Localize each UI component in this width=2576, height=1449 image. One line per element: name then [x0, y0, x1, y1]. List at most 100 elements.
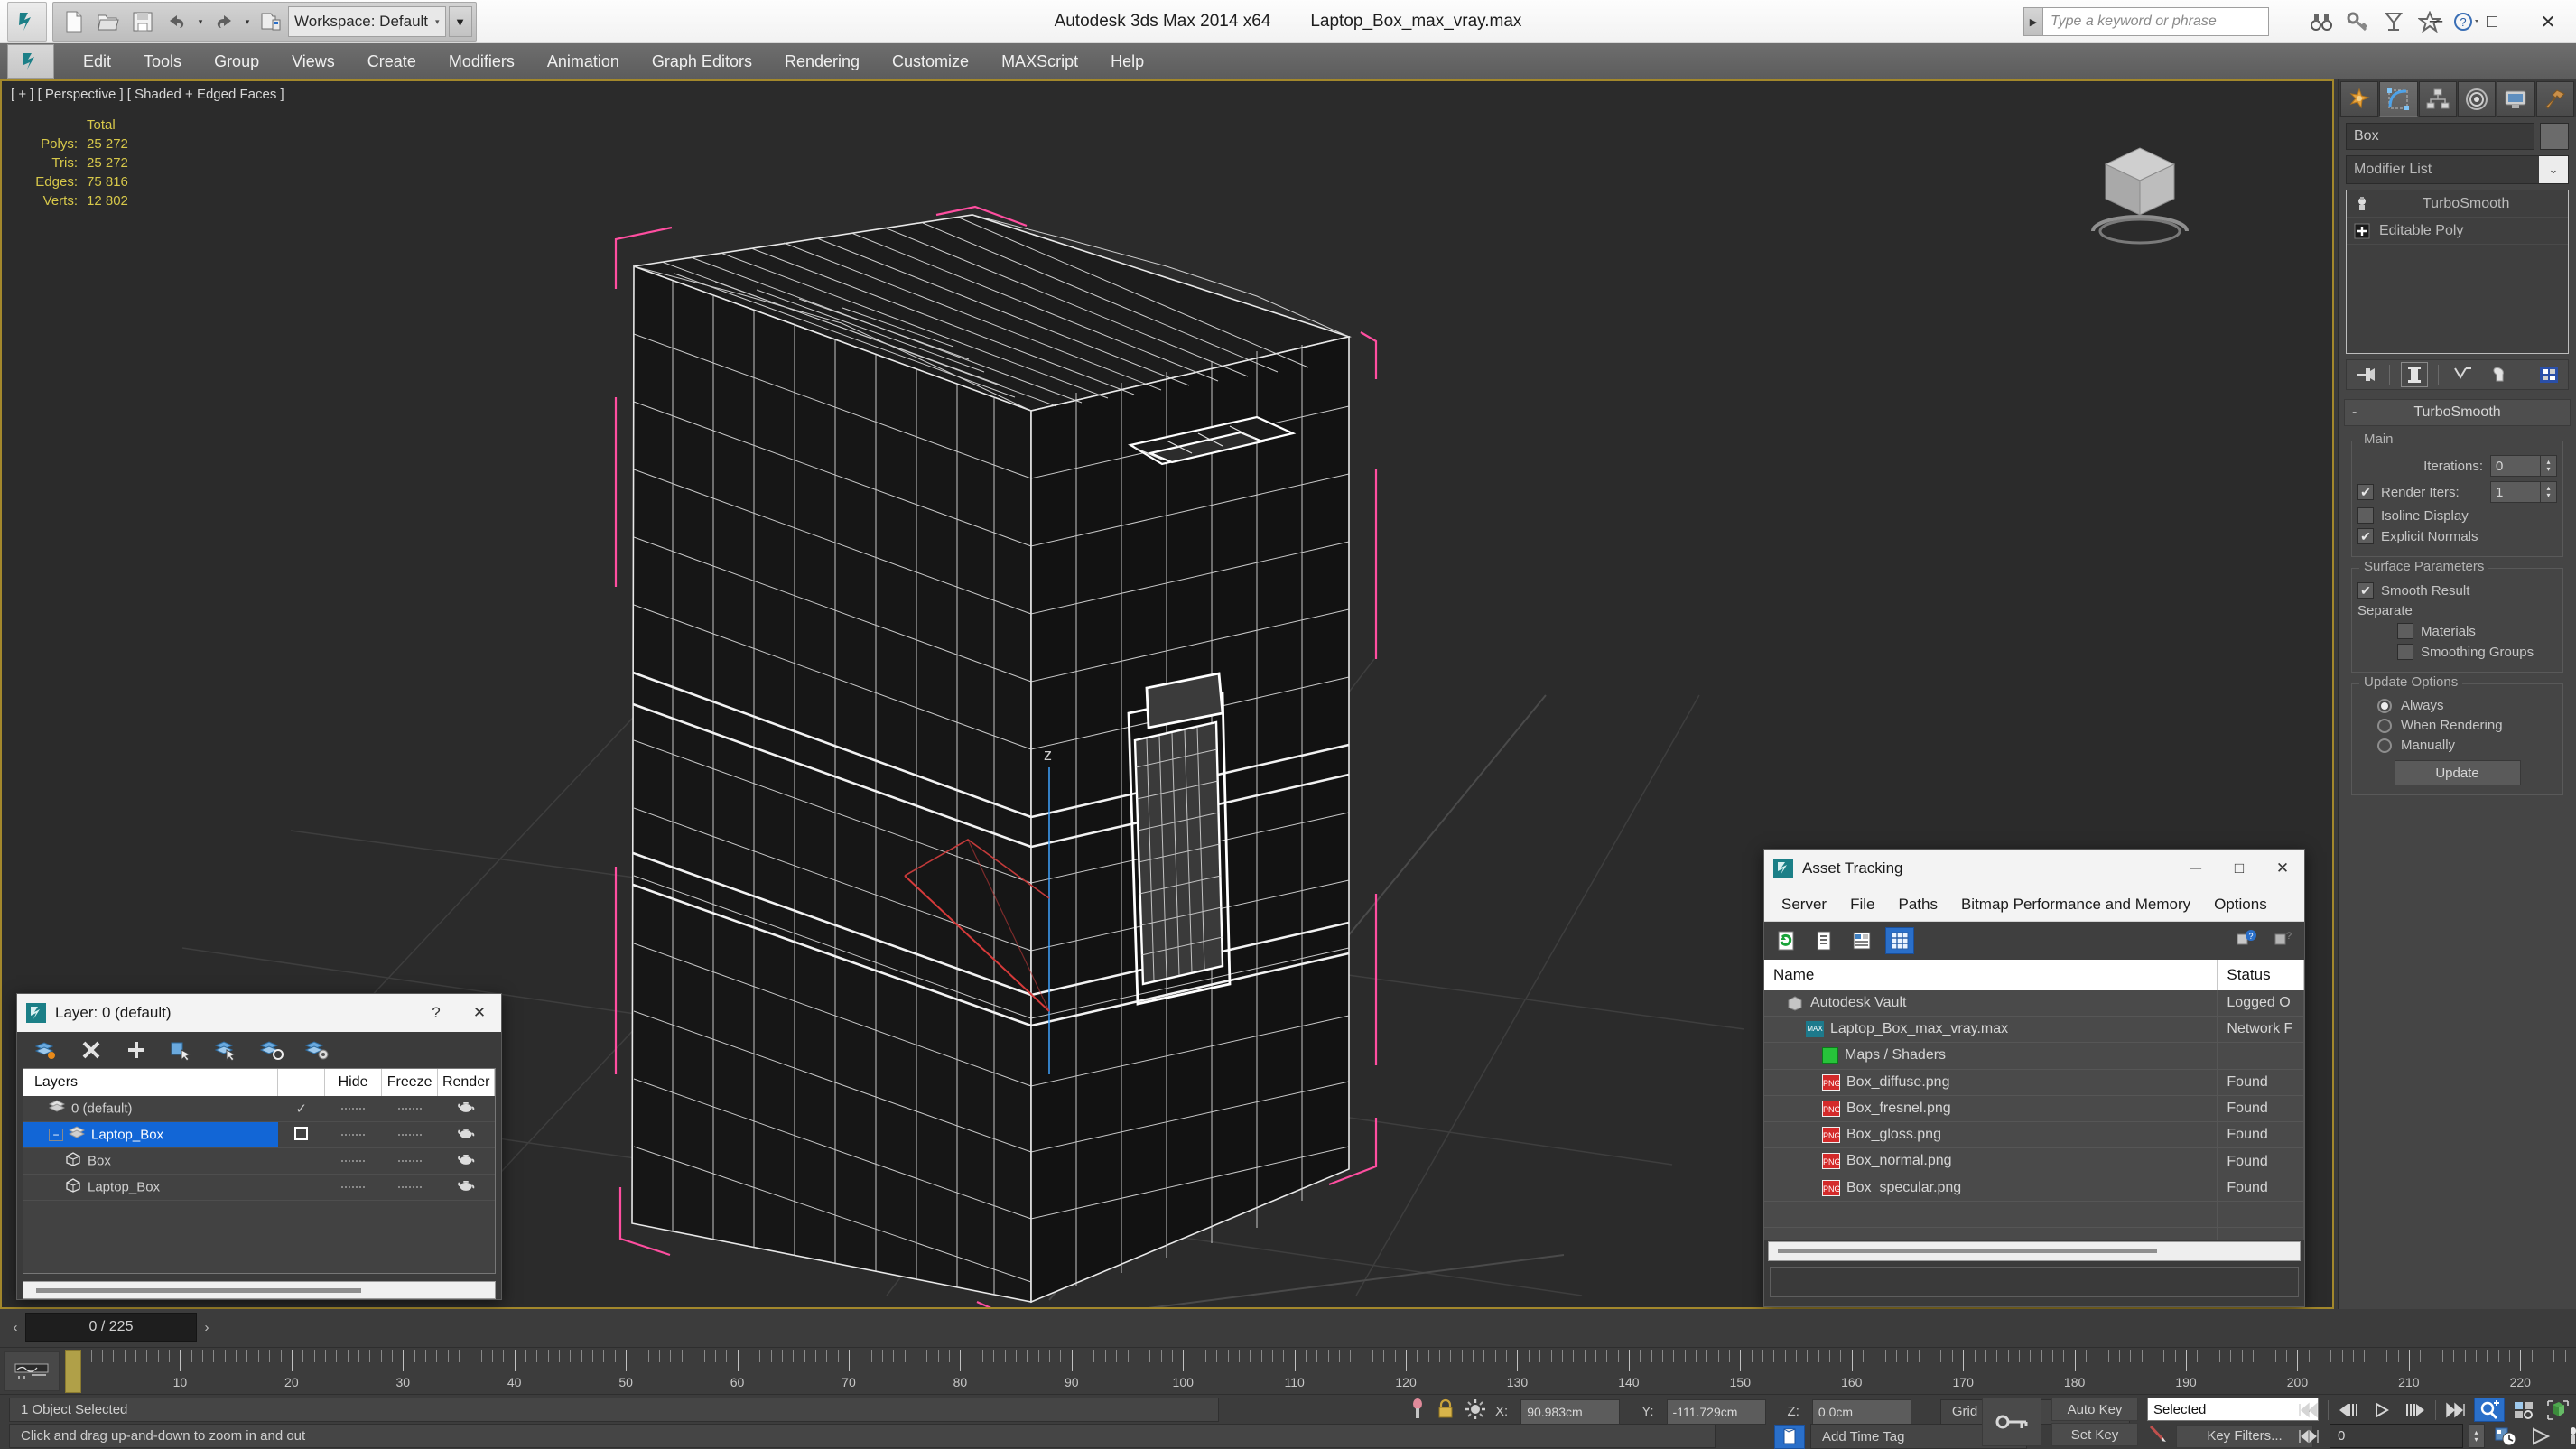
spinner-arrows-icon[interactable]: ▴ ▾: [2541, 455, 2557, 477]
asset-row[interactable]: PNG Box_normal.png Found: [1764, 1147, 2304, 1175]
create-tab[interactable]: [2340, 81, 2379, 117]
new-file-icon[interactable]: [57, 5, 91, 39]
time-configuration-icon[interactable]: [2490, 1424, 2521, 1448]
undo-dropdown-icon[interactable]: ▾: [194, 5, 207, 39]
utilities-tab[interactable]: [2535, 81, 2574, 117]
layer-row[interactable]: − Laptop_Box: [23, 1121, 495, 1148]
layer-current-cell[interactable]: [277, 1147, 325, 1175]
viewport-label[interactable]: [ + ] [ Perspective ] [ Shaded + Edged F…: [11, 87, 284, 102]
asset-row[interactable]: Maps / Shaders: [1764, 1042, 2304, 1070]
time-tag-icon[interactable]: [1774, 1424, 1805, 1449]
layer-name-cell[interactable]: Box: [23, 1147, 278, 1175]
minimize-button[interactable]: ─: [2408, 0, 2464, 43]
rollout-header[interactable]: - TurboSmooth: [2344, 399, 2571, 426]
menu-edit[interactable]: Edit: [67, 43, 127, 79]
menu-group[interactable]: Group: [198, 43, 275, 79]
layer-hide-cell[interactable]: [324, 1121, 382, 1148]
menu-tools[interactable]: Tools: [127, 43, 198, 79]
asset-minimize-button[interactable]: ─: [2174, 850, 2218, 887]
asset-menu-file[interactable]: File: [1838, 887, 1886, 922]
menu-rendering[interactable]: Rendering: [768, 43, 876, 79]
search-binoculars-icon[interactable]: [2306, 7, 2337, 36]
asset-name-cell[interactable]: Autodesk Vault: [1764, 990, 2218, 1017]
x-coord-field[interactable]: 90.983cm: [1520, 1398, 1621, 1425]
view-cube[interactable]: [2091, 147, 2189, 245]
check-out-help-icon[interactable]: ?: [2268, 927, 2297, 954]
time-ruler[interactable]: 0102030405060708090100110120130140150160…: [0, 1347, 2576, 1394]
layer-name-cell[interactable]: Laptop_Box: [23, 1174, 278, 1201]
asset-row[interactable]: PNG Box_gloss.png Found: [1764, 1121, 2304, 1149]
asset-row[interactable]: PNG Box_diffuse.png Found: [1764, 1069, 2304, 1096]
update-option-when-rendering[interactable]: When Rendering: [2357, 718, 2557, 733]
current-frame-field[interactable]: 0: [2330, 1424, 2463, 1448]
hide-toggle-icon[interactable]: [341, 1185, 366, 1192]
asset-list-container[interactable]: Name Status Autodesk Vault Logged O MAX Lapt…: [1764, 960, 2304, 1240]
frame-indicator-value[interactable]: 0 / 225: [25, 1313, 197, 1342]
configure-modifier-sets-icon[interactable]: [2535, 362, 2562, 387]
zoom-region-icon[interactable]: [2474, 1398, 2505, 1422]
update-option-manually[interactable]: Manually: [2357, 738, 2557, 753]
layer-list-container[interactable]: Layers Hide Freeze Render 0 (default) ✓ − Lapt…: [23, 1068, 496, 1274]
lightbulb-toggle-icon[interactable]: [2352, 194, 2372, 214]
menu-animation[interactable]: Animation: [531, 43, 636, 79]
layer-dialog[interactable]: Layer: 0 (default) ? ✕ Layers Hide Freez…: [16, 993, 502, 1300]
asset-name-cell[interactable]: PNG Box_fresnel.png: [1764, 1095, 2218, 1123]
previous-frame-icon[interactable]: [2332, 1398, 2363, 1422]
next-frame-arrow-icon[interactable]: ›: [197, 1313, 217, 1342]
app-logo-button[interactable]: [7, 2, 47, 42]
layer-freeze-cell[interactable]: [381, 1147, 438, 1175]
layer-current-cell[interactable]: [277, 1121, 325, 1148]
key-mode-toggle-icon[interactable]: [2293, 1424, 2324, 1448]
render-iters-value[interactable]: 1: [2490, 481, 2541, 503]
frame-spinner-icon[interactable]: ▴ ▾: [2469, 1424, 2485, 1448]
stack-item-editable-poly[interactable]: Editable Poly: [2347, 218, 2568, 245]
scrollbar-thumb[interactable]: [36, 1288, 361, 1293]
search-dropdown-icon[interactable]: ▶: [2023, 7, 2043, 36]
y-coord-field[interactable]: -111.729cm: [1666, 1398, 1766, 1425]
asset-name-cell[interactable]: PNG Box_normal.png: [1764, 1147, 2218, 1175]
zoom-extents-selected-icon[interactable]: [2543, 1398, 2573, 1422]
layer-hide-cell[interactable]: [324, 1147, 382, 1175]
layer-render-cell[interactable]: [437, 1147, 495, 1175]
freeze-toggle-icon[interactable]: [397, 1133, 422, 1139]
isoline-display-checkbox[interactable]: [2357, 507, 2374, 524]
layer-render-cell[interactable]: [437, 1121, 495, 1148]
asset-row[interactable]: PNG Box_fresnel.png Found: [1764, 1095, 2304, 1123]
delete-layer-icon[interactable]: [79, 1037, 104, 1063]
object-color-swatch[interactable]: [2540, 123, 2569, 150]
layer-freeze-cell[interactable]: [381, 1121, 438, 1148]
asset-maximize-button[interactable]: □: [2218, 850, 2261, 887]
layer-name-cell[interactable]: − Laptop_Box: [23, 1121, 278, 1148]
asset-name-cell[interactable]: Maps / Shaders: [1764, 1042, 2218, 1070]
highlight-selected-objects-layer-icon[interactable]: [259, 1037, 284, 1063]
motion-tab[interactable]: [2457, 81, 2497, 117]
redo-icon[interactable]: [207, 5, 241, 39]
isolate-selection-icon[interactable]: [1465, 1398, 1486, 1425]
asset-menu-bitmap-performance-and-memory[interactable]: Bitmap Performance and Memory: [1949, 887, 2202, 922]
list-view-icon[interactable]: [1809, 927, 1838, 954]
key-mode-toggle-button[interactable]: [1982, 1398, 2041, 1446]
layer-properties-icon[interactable]: [304, 1037, 330, 1063]
hide-toggle-icon[interactable]: [341, 1107, 366, 1113]
max-logo-menu-icon[interactable]: [7, 44, 54, 79]
renderable-teapot-icon[interactable]: [457, 1101, 475, 1113]
rollout-collapse-icon[interactable]: -: [2352, 404, 2357, 421]
time-slider-handle[interactable]: [65, 1350, 81, 1393]
zoom-extents-all-icon[interactable]: [2508, 1398, 2539, 1422]
redo-dropdown-icon[interactable]: ▾: [241, 5, 254, 39]
selection-lock-icon[interactable]: [1409, 1398, 1427, 1426]
freeze-toggle-icon[interactable]: [397, 1159, 422, 1166]
asset-tracking-titlebar[interactable]: Asset Tracking ─ □ ✕: [1764, 850, 2304, 887]
play-animation-icon[interactable]: [2367, 1398, 2397, 1422]
object-name-field[interactable]: Box: [2346, 123, 2534, 150]
expander-icon[interactable]: −: [49, 1128, 63, 1141]
asset-name-cell[interactable]: PNG Box_specular.png: [1764, 1175, 2218, 1202]
asset-hscrollbar[interactable]: [1768, 1241, 2301, 1261]
iterations-value[interactable]: 0: [2490, 455, 2541, 477]
freeze-toggle-icon[interactable]: [397, 1107, 422, 1113]
show-end-result-icon[interactable]: [2400, 362, 2428, 387]
materials-row[interactable]: Materials: [2357, 623, 2557, 639]
satellite-dish-icon[interactable]: [2378, 7, 2409, 36]
maximize-button[interactable]: □: [2464, 0, 2520, 43]
layer-dialog-titlebar[interactable]: Layer: 0 (default) ? ✕: [17, 994, 501, 1032]
